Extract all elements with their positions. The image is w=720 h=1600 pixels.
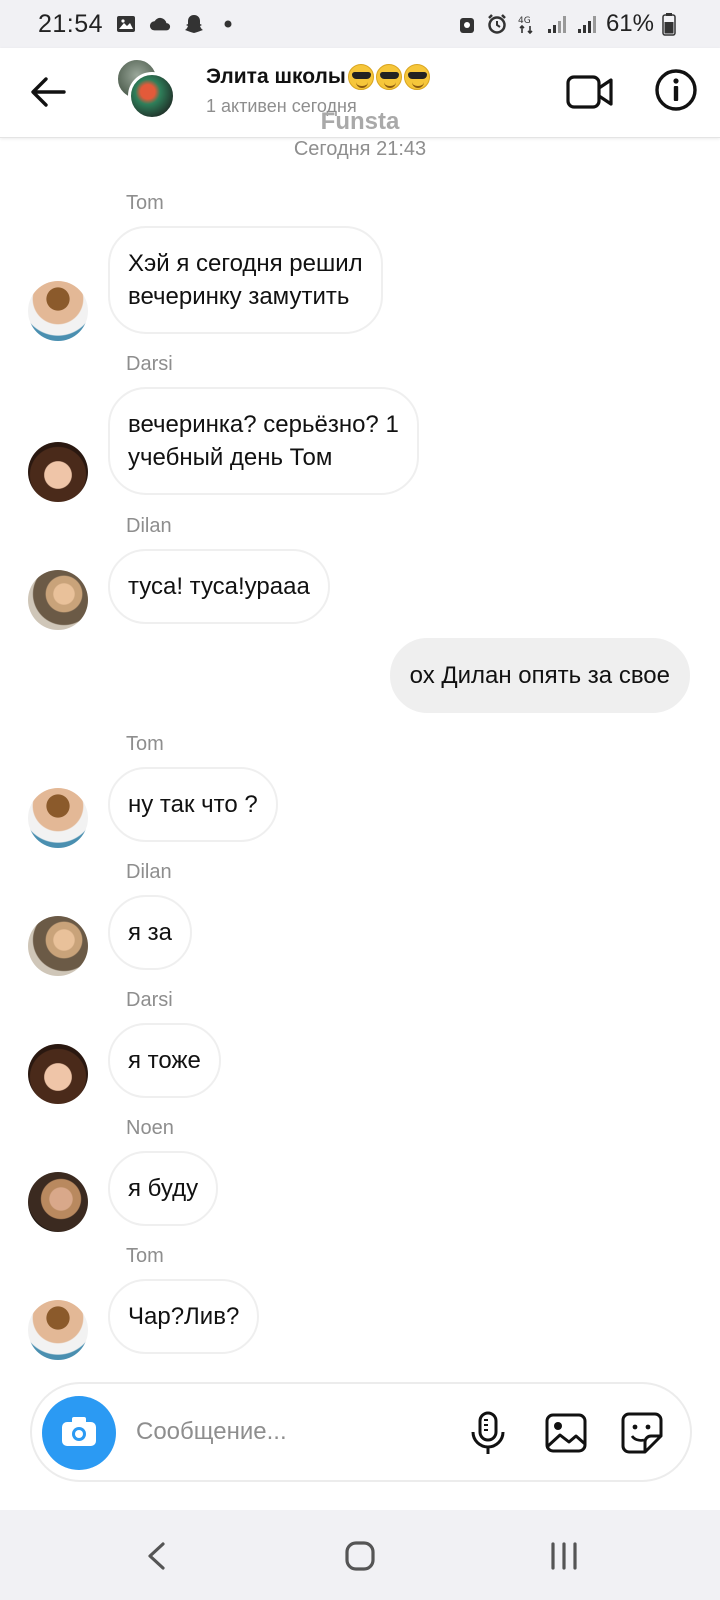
chat-title[interactable]: Элита школы (206, 64, 430, 90)
message-line: учебный день Том (128, 444, 333, 471)
message-line: ну так что ? (128, 791, 258, 818)
sunglasses-emoji-icon (347, 64, 374, 90)
message-line: Чар?Лив? (128, 1303, 240, 1330)
gallery-notification-icon (117, 16, 136, 32)
message-line: Хэй я сегодня решил (128, 250, 363, 277)
avatar-tom[interactable] (28, 788, 88, 848)
avatar-darsi[interactable] (28, 442, 88, 502)
cloud-notification-icon (149, 17, 171, 31)
alarm-icon (488, 14, 506, 34)
message-bubble[interactable]: я тоже (108, 1023, 221, 1098)
signal-2-icon (577, 16, 596, 33)
avatar-dilan[interactable] (28, 916, 88, 976)
sunglasses-emoji-icon (375, 64, 402, 90)
date-separator: Сегодня 21:43 (293, 138, 427, 160)
message-line: вечеринку замутить (128, 283, 350, 310)
avatar-tom[interactable] (28, 1300, 88, 1360)
message-line: я буду (128, 1175, 199, 1202)
signal-1-icon (547, 16, 566, 33)
snapchat-notification-icon (185, 15, 204, 33)
message-bubble[interactable]: я за (108, 895, 193, 970)
sunglasses-emoji-icon (403, 64, 430, 90)
message-input[interactable] (136, 1410, 456, 1454)
sender-name: Darsi (126, 353, 173, 375)
message-composer (30, 1382, 692, 1482)
message-line: я тоже (128, 1047, 201, 1074)
sender-name: Tom (126, 1245, 164, 1267)
gallery-icon[interactable] (544, 1410, 588, 1456)
message-bubble[interactable]: вечеринка? серьёзно? 1 учебный день Том (108, 387, 419, 495)
message-line: туса! туса!урааа (128, 573, 310, 600)
status-time: 21:54 (38, 9, 104, 38)
status-left: 21:54 (38, 10, 239, 39)
status-bar: 21:54 4G 61% (0, 0, 720, 48)
battery-percent: 61% (605, 10, 654, 37)
system-nav-bar (0, 1510, 720, 1600)
nav-back-icon[interactable] (138, 1536, 178, 1576)
more-notifications-icon (224, 20, 232, 28)
sender-name: Noen (126, 1117, 174, 1139)
sender-name: Darsi (126, 989, 173, 1011)
battery-icon (662, 13, 676, 36)
info-icon[interactable] (654, 68, 698, 112)
message-line: я за (128, 919, 173, 946)
sender-name: Tom (126, 733, 164, 755)
avatar-dilan[interactable] (28, 570, 88, 630)
message-bubble[interactable]: туса! туса!урааа (108, 549, 330, 624)
message-bubble[interactable]: Чар?Лив? (108, 1279, 260, 1354)
microphone-icon[interactable] (466, 1410, 510, 1456)
avatar-tom[interactable] (28, 281, 88, 341)
camera-button[interactable] (42, 1396, 116, 1470)
avatar-noen[interactable] (28, 1172, 88, 1232)
status-right: 4G 61% (456, 0, 676, 48)
message-bubble[interactable]: я буду (108, 1151, 219, 1226)
camera-icon (62, 1417, 96, 1446)
network-4g-icon: 4G (518, 16, 533, 35)
svg-text:4G: 4G (518, 16, 531, 26)
chat-title-text: Элита школы (206, 65, 346, 88)
back-arrow-icon[interactable] (28, 72, 68, 112)
avatar-darsi[interactable] (28, 1044, 88, 1104)
message-line: ох Дилан опять за свое (409, 662, 670, 689)
video-call-icon[interactable] (566, 72, 614, 112)
sticker-icon[interactable] (620, 1410, 664, 1456)
funsta-watermark: Funsta (320, 108, 400, 135)
nav-recents-icon[interactable] (544, 1536, 584, 1576)
nav-home-icon[interactable] (340, 1536, 380, 1576)
own-message-bubble[interactable]: ох Дилан опять за свое (389, 638, 690, 713)
sender-name: Dilan (126, 515, 172, 537)
message-bubble[interactable]: ну так что ? (108, 767, 278, 842)
message-line: вечеринка? серьёзно? 1 (128, 411, 399, 438)
sender-name: Dilan (126, 861, 172, 883)
lock-app-icon (459, 18, 474, 33)
sender-name: Tom (126, 192, 164, 214)
message-bubble[interactable]: Хэй я сегодня решил вечеринку замутить (108, 226, 383, 334)
